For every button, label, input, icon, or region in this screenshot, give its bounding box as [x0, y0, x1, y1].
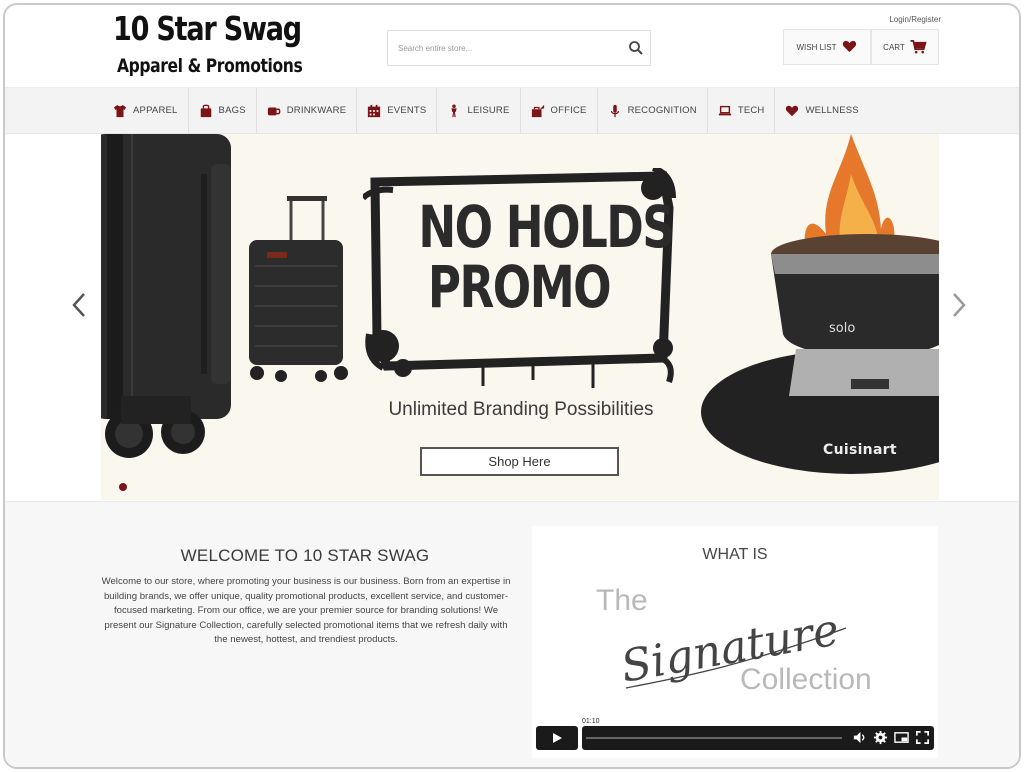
logo-tagline[interactable]: Apparel & Promotions	[117, 55, 303, 77]
search-box	[387, 30, 651, 66]
promo-subtitle: Unlimited Branding Possibilities	[388, 399, 654, 420]
nav-item-recognition[interactable]: RECOGNITION	[598, 88, 708, 133]
promo-banner[interactable]: NO HOLDS PROMO Unlimited Branding Possib…	[101, 134, 939, 500]
person-icon	[451, 103, 458, 117]
cart-label: CART	[883, 42, 905, 52]
carousel-dot-active[interactable]	[119, 483, 127, 491]
wishlist-button[interactable]: WISH LIST	[783, 29, 871, 65]
chevron-right-icon[interactable]	[949, 290, 969, 320]
welcome-heading: WELCOME TO 10 STAR SWAG	[180, 546, 430, 565]
heart-icon	[786, 105, 799, 116]
nav-label: RECOGNITION	[627, 105, 697, 116]
video-progress-bar[interactable]	[586, 737, 842, 739]
search-input[interactable]	[388, 31, 618, 65]
video-heading: WHAT IS	[702, 546, 768, 563]
nav-label: APPAREL	[133, 105, 178, 116]
nav-item-drinkware[interactable]: DRINKWARE	[257, 88, 358, 133]
welcome-paragraph: Welcome to our store, where promoting yo…	[101, 576, 511, 646]
nav-item-apparel[interactable]: APPAREL	[103, 88, 189, 133]
nav-items: APPAREL BAGS DRINKWARE EVENTS LEISURE OF…	[103, 88, 869, 133]
play-button[interactable]	[536, 726, 578, 750]
svg-text:solo: solo	[829, 321, 855, 336]
microphone-icon	[610, 104, 619, 117]
settings-icon[interactable]	[873, 730, 888, 745]
nav-item-leisure[interactable]: LEISURE	[437, 88, 521, 133]
carry-on-image	[249, 196, 348, 382]
nav-label: DRINKWARE	[286, 105, 347, 116]
cuisinart-brand-label: Cuisinart	[823, 442, 897, 458]
nav-label: TECH	[737, 105, 765, 116]
nav-label: LEISURE	[467, 105, 510, 116]
promo-title-line2: PROMO	[427, 253, 612, 321]
calendar-icon	[368, 104, 381, 117]
cart-button[interactable]: CART	[871, 29, 939, 65]
video-control-icons	[852, 730, 930, 745]
chevron-left-icon[interactable]	[69, 290, 89, 320]
nav-label: BAGS	[218, 105, 246, 116]
video-control-bar	[582, 726, 934, 750]
play-icon	[553, 733, 562, 743]
nav-item-office[interactable]: OFFICE	[521, 88, 598, 133]
shirt-icon	[113, 104, 127, 117]
nav-item-bags[interactable]: BAGS	[189, 88, 257, 133]
nav-item-events[interactable]: EVENTS	[357, 88, 438, 133]
promo-title-line1: NO HOLDS	[418, 193, 674, 261]
bag-icon	[200, 104, 211, 117]
volume-icon[interactable]	[852, 730, 867, 745]
nav-item-wellness[interactable]: WELLNESS	[775, 88, 868, 133]
mug-icon	[267, 107, 281, 115]
video-player[interactable]: WHAT IS The Signature Collection 01:10	[532, 526, 938, 758]
signature-collection-text: Collection	[740, 663, 872, 696]
video-controls	[536, 724, 934, 752]
suitcase-image	[101, 134, 231, 458]
lower-section: WELCOME TO 10 STAR SWAG Welcome to our s…	[5, 501, 1019, 767]
main-navigation: APPAREL BAGS DRINKWARE EVENTS LEISURE OF…	[5, 87, 1019, 134]
shop-here-button[interactable]: Shop Here	[420, 447, 619, 476]
heart-icon	[841, 39, 858, 56]
briefcase-icon	[531, 104, 544, 117]
hero-carousel: NO HOLDS PROMO Unlimited Branding Possib…	[5, 134, 1019, 501]
picture-in-picture-icon[interactable]	[894, 730, 909, 745]
wishlist-label: WISH LIST	[796, 42, 837, 52]
login-register-link[interactable]: Login/Register	[889, 15, 941, 24]
fullscreen-icon[interactable]	[915, 730, 930, 745]
fire-pit-image: solo	[701, 134, 939, 474]
cart-icon	[909, 39, 927, 56]
search-icon[interactable]	[628, 40, 644, 56]
promo-title: NO HOLDS PROMO	[418, 193, 674, 321]
site-header: 10 Star Swag Apparel & Promotions Login/…	[5, 5, 1019, 87]
nav-label: OFFICE	[550, 105, 587, 116]
logo-title[interactable]: 10 Star Swag	[113, 9, 302, 48]
laptop-icon	[718, 105, 731, 115]
nav-label: EVENTS	[387, 105, 427, 116]
nav-item-tech[interactable]: TECH	[708, 88, 776, 133]
nav-label: WELLNESS	[805, 105, 859, 116]
browser-frame: 10 Star Swag Apparel & Promotions Login/…	[3, 3, 1021, 769]
